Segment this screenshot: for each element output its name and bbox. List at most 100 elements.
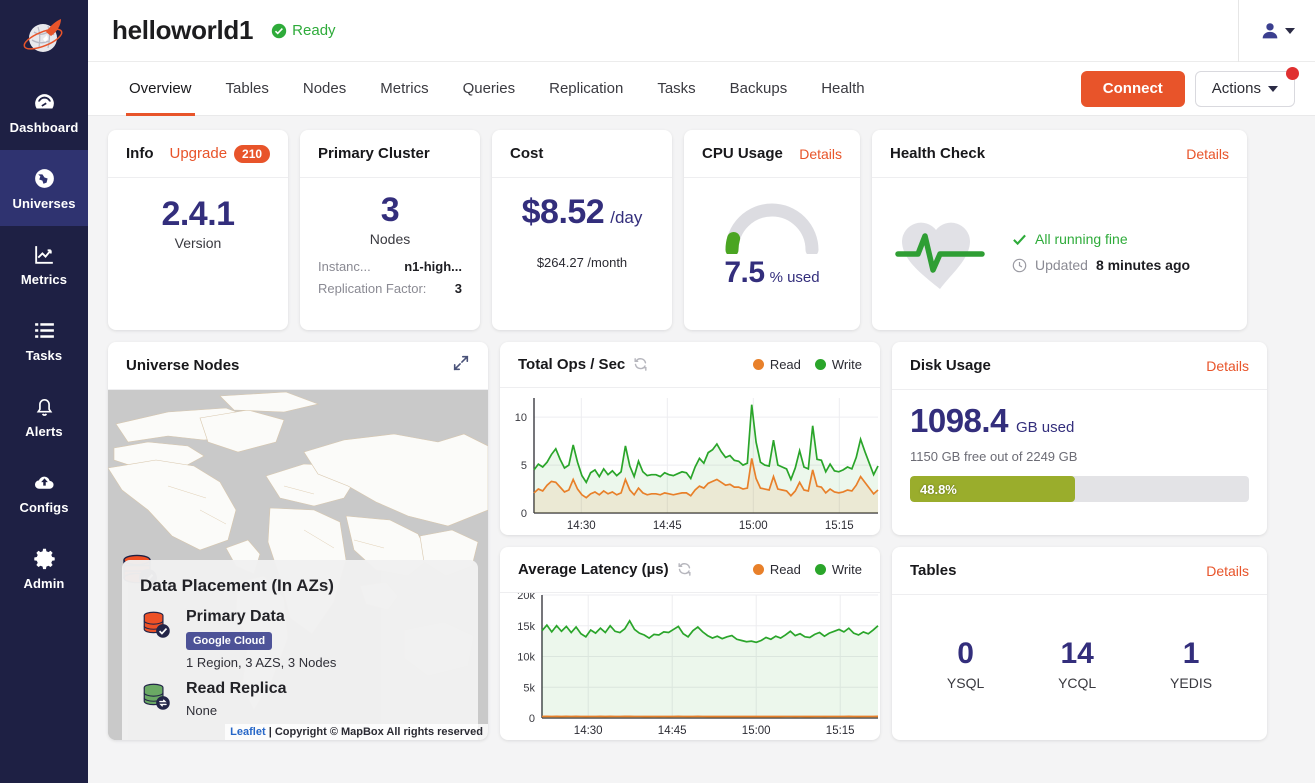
- svg-text:14:30: 14:30: [574, 725, 603, 737]
- cpu-gauge-arc: [722, 198, 822, 254]
- actions-button[interactable]: Actions: [1195, 71, 1295, 107]
- svg-text:14:45: 14:45: [658, 725, 687, 737]
- legend-label: Read: [770, 357, 801, 372]
- total-ops-chart-card: Total Ops / Sec Read: [500, 342, 880, 535]
- tab-metrics[interactable]: Metrics: [363, 62, 445, 116]
- list-icon: [32, 318, 57, 344]
- disk-usage-bar-fill: 48.8%: [910, 476, 1075, 502]
- cpu-percent-unit: % used: [770, 269, 820, 286]
- cpu-percent-row: 7.5 % used: [724, 256, 819, 290]
- tab-tables[interactable]: Tables: [209, 62, 286, 116]
- svg-text:15:15: 15:15: [825, 520, 854, 532]
- tables-details-link[interactable]: Details: [1206, 563, 1249, 579]
- leaflet-link[interactable]: Leaflet: [230, 726, 265, 738]
- expand-arrows-icon[interactable]: [452, 354, 470, 377]
- tab-replication[interactable]: Replication: [532, 62, 640, 116]
- replication-factor-row: Replication Factor: 3: [318, 281, 462, 296]
- actions-button-label: Actions: [1212, 80, 1261, 97]
- svg-text:0: 0: [529, 713, 535, 725]
- disk-used-value: 1098.4: [910, 402, 1008, 440]
- stats-column: Disk Usage Details 1098.4 GB used 1150 G…: [892, 342, 1267, 740]
- tab-nodes[interactable]: Nodes: [286, 62, 363, 116]
- cpu-details-link[interactable]: Details: [799, 146, 842, 162]
- tab-action-group: Connect Actions: [1081, 71, 1295, 107]
- tab-health[interactable]: Health: [804, 62, 881, 116]
- sidebar-item-universes[interactable]: Universes: [0, 150, 88, 226]
- read-replica-name: Read Replica: [186, 680, 286, 698]
- connect-button[interactable]: Connect: [1081, 71, 1185, 107]
- card-header: Universe Nodes: [108, 342, 488, 390]
- svg-text:10: 10: [515, 412, 527, 424]
- sidebar-item-dashboard[interactable]: Dashboard: [0, 74, 88, 150]
- data-placement-title: Data Placement (In AZs): [140, 576, 460, 596]
- health-status-lines: All running fine Updated 8 minutes ago: [1012, 231, 1190, 273]
- cpu-usage-card: CPU Usage Details 7.5 % used: [684, 130, 860, 330]
- legend-label: Read: [770, 562, 801, 577]
- sidebar-item-label: Tasks: [26, 348, 62, 363]
- tab-overview[interactable]: Overview: [112, 62, 209, 116]
- check-icon: [1012, 232, 1027, 247]
- svg-text:14:45: 14:45: [653, 520, 682, 532]
- svg-text:15:15: 15:15: [826, 725, 855, 737]
- globe-icon: [32, 166, 57, 192]
- health-updated-line: Updated 8 minutes ago: [1012, 257, 1190, 273]
- detail-row: Universe Nodes: [108, 342, 1295, 740]
- tab-backups[interactable]: Backups: [713, 62, 805, 116]
- health-details-link[interactable]: Details: [1186, 146, 1229, 162]
- sidebar-item-metrics[interactable]: Metrics: [0, 226, 88, 302]
- tab-tasks[interactable]: Tasks: [640, 62, 712, 116]
- svg-text:20k: 20k: [517, 593, 535, 602]
- tab-label: Health: [821, 80, 864, 97]
- user-avatar-icon: [1259, 20, 1281, 42]
- tab-bar: Overview Tables Nodes Metrics Queries Re…: [88, 62, 1315, 116]
- sidebar-item-admin[interactable]: Admin: [0, 530, 88, 606]
- card-title: Info: [126, 145, 154, 162]
- card-title: Health Check: [890, 145, 985, 162]
- check-circle-icon: [271, 23, 287, 39]
- cpu-percent-value: 7.5: [724, 256, 764, 290]
- card-title: Primary Cluster: [318, 145, 430, 162]
- sidebar-item-tasks[interactable]: Tasks: [0, 302, 88, 378]
- database-check-icon: [140, 608, 174, 642]
- legend-label: Write: [832, 562, 862, 577]
- sidebar-item-configs[interactable]: Configs: [0, 454, 88, 530]
- user-menu[interactable]: [1238, 0, 1295, 62]
- sidebar: Dashboard Universes Metrics Tasks Alerts: [0, 0, 88, 783]
- world-map[interactable]: Data Placement (In AZs): [108, 390, 488, 740]
- disk-usage-bar: 48.8%: [910, 476, 1249, 502]
- card-header: Disk Usage Details: [892, 342, 1267, 390]
- primary-data-desc: 1 Region, 3 AZS, 3 Nodes: [186, 655, 336, 670]
- upgrade-link[interactable]: Upgrade 210: [170, 145, 271, 163]
- page-title: helloworld1: [112, 15, 253, 46]
- sidebar-item-label: Configs: [19, 500, 68, 515]
- tables-card: Tables Details 0 YSQL 14 YCQL: [892, 547, 1267, 740]
- version-value: 2.4.1: [161, 196, 234, 233]
- instance-type-key: Instanc...: [318, 259, 371, 274]
- legend-label: Write: [832, 357, 862, 372]
- card-header: Health Check Details: [872, 130, 1247, 178]
- tables-ycql: 14 YCQL: [1058, 637, 1096, 691]
- average-latency-chart-card: Average Latency (µs) Read: [500, 547, 880, 740]
- legend-item-write: Write: [815, 357, 862, 372]
- disk-details-link[interactable]: Details: [1206, 358, 1249, 374]
- upgrade-label: Upgrade: [170, 145, 228, 162]
- read-replica-row: Read Replica None: [140, 680, 460, 718]
- card-title: Disk Usage: [910, 357, 991, 374]
- refresh-icon[interactable]: [633, 357, 648, 372]
- primary-cluster-card: Primary Cluster 3 Nodes Instanc... n1-hi…: [300, 130, 480, 330]
- tab-queries[interactable]: Queries: [446, 62, 533, 116]
- sidebar-item-label: Alerts: [25, 424, 62, 439]
- info-card: Info Upgrade 210 2.4.1 Version: [108, 130, 288, 330]
- refresh-icon[interactable]: [677, 562, 692, 577]
- health-ok-line: All running fine: [1012, 231, 1190, 247]
- average-latency-plot[interactable]: 05k10k15k20k14:3014:4515:0015:15: [500, 593, 880, 740]
- map-attribution: Leaflet | Copyright © MapBox All rights …: [225, 724, 488, 740]
- health-status-text: All running fine: [1035, 231, 1128, 247]
- legend-item-read: Read: [753, 357, 801, 372]
- app-logo[interactable]: [0, 0, 88, 74]
- version-label: Version: [175, 235, 222, 251]
- bell-icon: [32, 394, 57, 420]
- primary-data-name: Primary Data: [186, 608, 336, 626]
- sidebar-item-alerts[interactable]: Alerts: [0, 378, 88, 454]
- total-ops-plot[interactable]: 051014:3014:4515:0015:15: [500, 388, 880, 535]
